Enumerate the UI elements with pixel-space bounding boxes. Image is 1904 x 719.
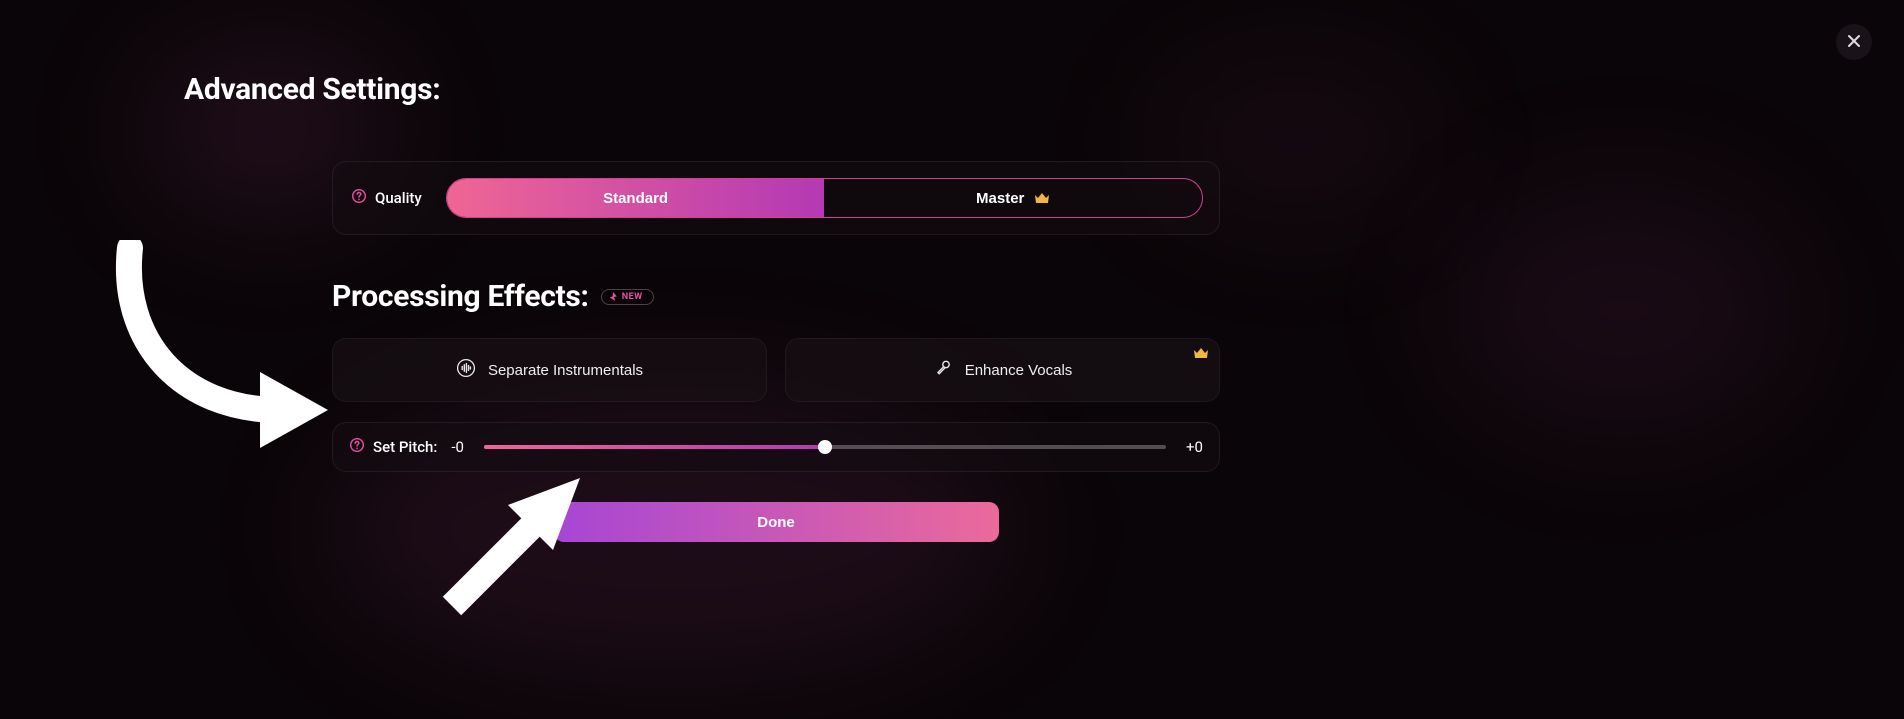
pitch-min-label: -0 (451, 438, 464, 456)
effect-label: Enhance Vocals (965, 362, 1073, 379)
effect-label: Separate Instrumentals (488, 362, 643, 379)
close-button[interactable] (1836, 24, 1872, 60)
help-icon[interactable] (349, 437, 365, 457)
crown-icon (1034, 192, 1050, 205)
microphone-icon (933, 358, 953, 382)
new-badge: NEW (601, 289, 654, 305)
close-icon (1846, 33, 1862, 52)
waveform-icon (456, 358, 476, 382)
pitch-slider-fill (484, 445, 825, 449)
new-badge-text: NEW (622, 292, 643, 302)
quality-panel: Quality Standard Master (332, 161, 1220, 235)
crown-icon (1193, 347, 1209, 364)
pitch-slider-thumb[interactable] (818, 440, 832, 454)
effect-separate-instrumentals[interactable]: Separate Instrumentals (332, 338, 767, 402)
pitch-max-label: +0 (1186, 438, 1203, 456)
quality-option-label: Master (976, 190, 1024, 207)
quality-label: Quality (375, 189, 422, 207)
processing-heading: Processing Effects: NEW (332, 279, 1220, 314)
quality-option-standard[interactable]: Standard (447, 179, 825, 217)
help-icon[interactable] (351, 188, 367, 208)
effect-enhance-vocals[interactable]: Enhance Vocals (785, 338, 1220, 402)
quality-segmented-control: Standard Master (446, 178, 1203, 218)
pitch-panel: Set Pitch: -0 +0 (332, 422, 1220, 472)
quality-option-master[interactable]: Master (824, 179, 1202, 217)
done-button[interactable]: Done (554, 502, 999, 542)
done-button-label: Done (757, 514, 795, 531)
pitch-slider[interactable] (484, 445, 1166, 449)
page-title: Advanced Settings: (184, 72, 1720, 107)
pitch-label: Set Pitch: (373, 438, 437, 456)
quality-option-label: Standard (603, 190, 668, 207)
processing-heading-text: Processing Effects: (332, 279, 589, 314)
